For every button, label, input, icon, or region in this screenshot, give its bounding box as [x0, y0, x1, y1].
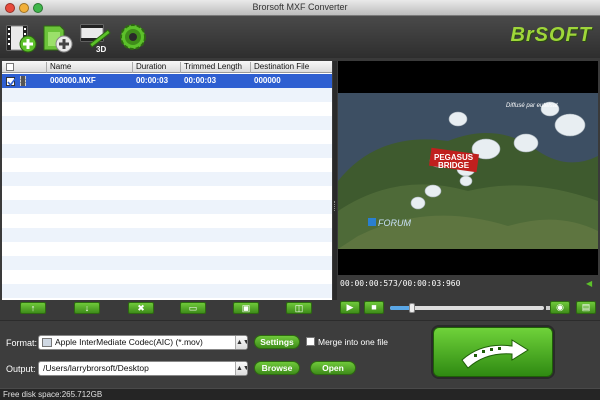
stop-icon: ■ — [371, 302, 377, 312]
empty-row — [2, 102, 332, 116]
select-all-checkbox[interactable] — [6, 63, 14, 71]
move-down-icon: ↓ — [84, 303, 90, 313]
empty-row — [2, 200, 332, 214]
merge-button[interactable]: ◫ — [286, 302, 312, 314]
settings-button[interactable]: Settings — [254, 335, 300, 349]
file-list: Name Duration Trimmed Length Destination… — [2, 61, 332, 300]
settings-gear-icon — [120, 24, 146, 50]
chevron-updown-icon: ▲▼ — [235, 362, 247, 375]
camera-icon: ◉ — [556, 302, 564, 312]
checkmark-icon — [7, 78, 16, 87]
add-folder-icon — [43, 25, 73, 53]
format-label: Format: — [6, 338, 38, 348]
merge-checkbox[interactable] — [306, 337, 315, 346]
playback-timecode: 00:00:00:573/00:00:03:960 — [340, 279, 461, 288]
column-duration[interactable]: Duration — [132, 62, 180, 73]
output-value: /Users/larrybrorsoft/Desktop — [43, 363, 149, 373]
file-list-header: Name Duration Trimmed Length Destination… — [2, 61, 332, 73]
seek-handle[interactable] — [409, 303, 416, 313]
browse-button[interactable]: Browse — [254, 361, 300, 375]
subtitle-icon: ▣ — [241, 303, 251, 313]
remove-icon: ✖ — [137, 303, 145, 313]
video-preview: PEGASUS BRIDGE Diffusé par eutelsat FORU… — [338, 61, 598, 275]
row-name: 000000.MXF — [50, 76, 96, 85]
play-button[interactable]: ▶ — [340, 301, 360, 314]
panel-splitter[interactable] — [333, 61, 337, 300]
add-folder-button[interactable] — [40, 20, 74, 54]
empty-row — [2, 172, 332, 186]
empty-row — [2, 144, 332, 158]
row-checkbox[interactable] — [6, 77, 16, 87]
convert-button[interactable] — [433, 327, 553, 377]
empty-row — [2, 270, 332, 284]
toolbar: 3D BrSOFT — [0, 16, 600, 58]
table-row[interactable]: 000000.MXF 00:00:03 00:00:03 000000 — [2, 74, 332, 88]
empty-row — [2, 116, 332, 130]
open-button[interactable]: Open — [310, 361, 356, 375]
clear-icon: ▭ — [188, 303, 198, 313]
seek-slider[interactable] — [390, 303, 544, 313]
convert-film-arrow-icon — [461, 339, 529, 369]
output-settings-panel: Format: Apple InterMediate Codec(AIC) (*… — [0, 320, 600, 388]
empty-row — [2, 186, 332, 200]
broadcast-overlay: Diffusé par eutelsat — [506, 103, 558, 109]
timecode-arrow-icon: ◀ — [586, 279, 593, 288]
snapshot-button[interactable]: ◉ — [550, 301, 570, 314]
stop-button[interactable]: ■ — [364, 301, 384, 314]
play-icon: ▶ — [346, 302, 354, 312]
brand-logo: BrSOFT — [510, 24, 592, 46]
move-up-button[interactable]: ↑ — [20, 302, 46, 314]
merge-icon: ◫ — [294, 303, 304, 313]
window-titlebar: Brorsoft MXF Converter — [0, 0, 600, 16]
empty-row — [2, 228, 332, 242]
list-buttons: ↑ ↓ ✖ ▭ ▣ ◫ — [0, 300, 336, 316]
svg-text:3D: 3D — [96, 45, 106, 54]
column-trimmed-length[interactable]: Trimmed Length — [180, 62, 250, 73]
add-video-icon — [6, 25, 37, 53]
open-folder-button[interactable]: ▤ — [576, 301, 596, 314]
empty-row — [2, 242, 332, 256]
move-up-icon: ↑ — [30, 303, 36, 313]
window-title: Brorsoft MXF Converter — [252, 2, 348, 12]
format-select[interactable]: Apple InterMediate Codec(AIC) (*.mov) ▲▼ — [38, 335, 248, 350]
output-label: Output: — [6, 364, 36, 374]
film-icon — [20, 76, 26, 86]
status-bar: Free disk space:265.712GB — [0, 388, 600, 400]
subtitle-button[interactable]: ▣ — [233, 302, 259, 314]
column-destination-file[interactable]: Destination File — [250, 62, 332, 73]
row-duration: 00:00:03 — [136, 76, 169, 85]
folder-icon: ▤ — [581, 302, 591, 312]
empty-row — [2, 256, 332, 270]
output-path-field[interactable]: /Users/larrybrorsoft/Desktop ▲▼ — [38, 361, 248, 376]
empty-row — [2, 214, 332, 228]
empty-row — [2, 130, 332, 144]
move-down-button[interactable]: ↓ — [74, 302, 100, 314]
format-icon — [42, 338, 52, 347]
row-trimmed: 00:00:03 — [184, 76, 217, 85]
playback-controls: ▶ ■ ◉ ▤ — [338, 300, 600, 316]
chevron-updown-icon: ▲▼ — [235, 336, 247, 349]
settings-gear-button[interactable] — [116, 20, 150, 54]
row-destination: 000000 — [254, 76, 281, 85]
clear-button[interactable]: ▭ — [180, 302, 206, 314]
free-disk-space: Free disk space:265.712GB — [3, 390, 103, 399]
empty-row — [2, 88, 332, 102]
splitter-grip-icon — [334, 201, 336, 211]
edit-3d-icon: 3D — [80, 24, 111, 54]
column-name[interactable]: Name — [46, 62, 132, 73]
merge-label: Merge into one file — [318, 337, 388, 347]
edit-3d-button[interactable]: 3D — [78, 20, 112, 54]
format-value: Apple InterMediate Codec(AIC) (*.mov) — [55, 337, 203, 347]
remove-button[interactable]: ✖ — [128, 302, 154, 314]
empty-row — [2, 158, 332, 172]
add-video-button[interactable] — [4, 20, 38, 54]
preview-frame: PEGASUS BRIDGE Diffusé par eutelsat FORU… — [338, 61, 598, 275]
sign-text-2: BRIDGE — [438, 161, 470, 170]
empty-row — [2, 284, 332, 298]
channel-logo: FORUM — [378, 218, 411, 228]
